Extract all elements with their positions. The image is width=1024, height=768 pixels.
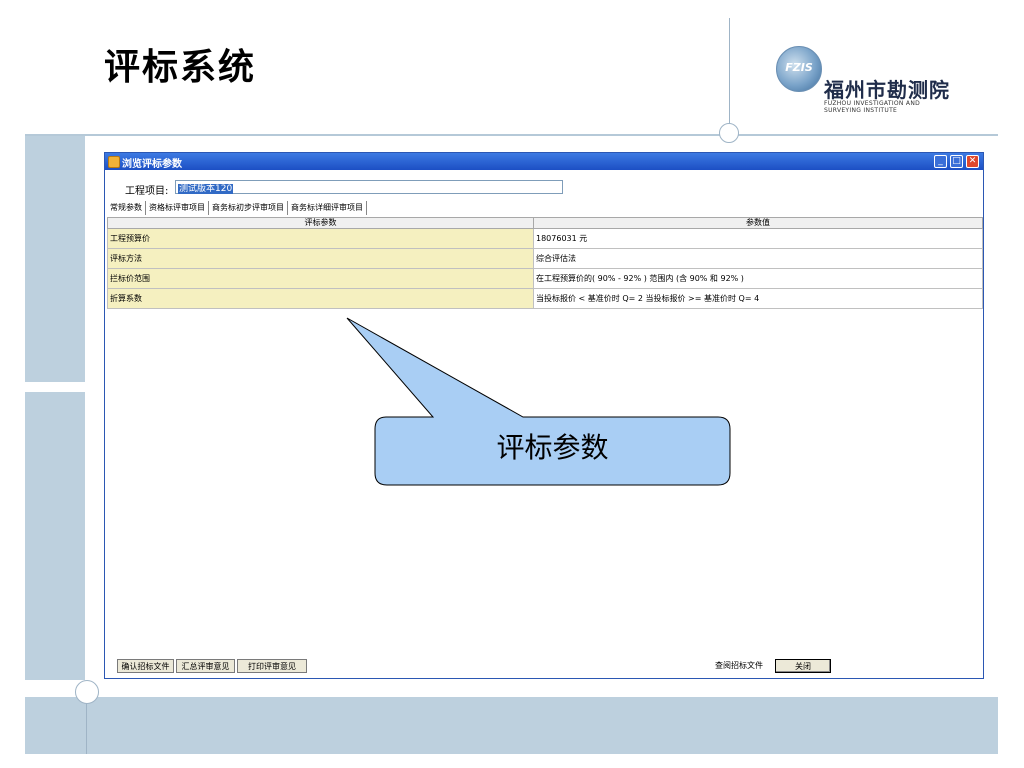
decor-bottom-band — [25, 697, 998, 754]
confirm-tender-doc-button[interactable]: 确认招标文件 — [117, 659, 174, 673]
param-name: 评标方法 — [107, 248, 534, 269]
browse-params-window: 浏览评标参数 _ □ ✕ 工程项目: 测试版本120 常规参数 资格标评审项目 … — [104, 152, 984, 679]
maximize-icon[interactable]: □ — [950, 155, 963, 168]
column-header-param[interactable]: 评标参数 — [107, 217, 534, 229]
project-label: 工程项目: — [125, 186, 169, 197]
close-icon[interactable]: ✕ — [966, 155, 979, 168]
decor-ring-top — [719, 123, 739, 143]
tab-qualification-review[interactable]: 资格标评审项目 — [146, 201, 209, 215]
window-button-bar: 确认招标文件 汇总评审意见 打印评审意见 查阅招标文件 关闭 — [105, 653, 983, 678]
view-tender-doc-button[interactable]: 查阅招标文件 — [706, 659, 772, 673]
param-name: 拦标价范围 — [107, 268, 534, 289]
tab-business-preliminary[interactable]: 商务标初步评审项目 — [209, 201, 288, 215]
institute-name-en-2: SURVEYING INSTITUTE — [824, 107, 898, 114]
decor-top-band — [25, 134, 998, 136]
minimize-icon[interactable]: _ — [934, 155, 947, 168]
callout-label: 评标参数 — [496, 431, 609, 464]
project-field[interactable]: 测试版本120 — [175, 180, 563, 194]
window-titlebar[interactable]: 浏览评标参数 _ □ ✕ — [105, 153, 983, 170]
summary-opinions-button[interactable]: 汇总评审意见 — [176, 659, 235, 673]
institute-name-en-1: FUZHOU INVESTIGATION AND — [824, 100, 921, 107]
institute-logo: FZIS 福州市勘测院 FUZHOU INVESTIGATION AND SUR… — [776, 46, 976, 126]
emblem-text: FZIS — [785, 61, 813, 74]
globe-emblem-icon: FZIS — [776, 46, 822, 92]
app-icon — [108, 156, 120, 168]
tab-general-params[interactable]: 常规参数 — [107, 201, 146, 215]
param-value: 综合评估法 — [533, 248, 983, 269]
table-row[interactable]: 工程预算价 18076031 元 — [107, 228, 983, 249]
table-row[interactable]: 折算系数 当投标报价 < 基准价时 Q= 2 当投标报价 >= 基准价时 Q= … — [107, 288, 983, 309]
tab-bar: 常规参数 资格标评审项目 商务标初步评审项目 商务标详细评审项目 — [107, 201, 367, 215]
params-table: 评标参数 参数值 工程预算价 18076031 元 评标方法 综合评估法 拦标价… — [107, 217, 983, 309]
decor-left-block-upper — [25, 136, 85, 382]
table-row[interactable]: 拦标价范围 在工程预算价的( 90% - 92% ) 范围内 (含 90% 和 … — [107, 268, 983, 289]
close-button[interactable]: 关闭 — [775, 659, 831, 673]
column-header-value[interactable]: 参数值 — [533, 217, 983, 229]
decor-vertical-line — [729, 18, 730, 130]
table-row[interactable]: 评标方法 综合评估法 — [107, 248, 983, 269]
param-value: 18076031 元 — [533, 228, 983, 249]
decor-left-block-lower — [25, 392, 85, 680]
institute-name: 福州市勘测院 — [824, 78, 950, 102]
param-value: 当投标报价 < 基准价时 Q= 2 当投标报价 >= 基准价时 Q= 4 — [533, 288, 983, 309]
project-value: 测试版本120 — [178, 184, 234, 194]
param-name: 折算系数 — [107, 288, 534, 309]
window-title: 浏览评标参数 — [122, 159, 182, 170]
param-name: 工程预算价 — [107, 228, 534, 249]
decor-ring-bottom — [75, 680, 99, 704]
slide-title: 评标系统 — [104, 47, 257, 88]
print-opinions-button[interactable]: 打印评审意见 — [237, 659, 307, 673]
param-value: 在工程预算价的( 90% - 92% ) 范围内 (含 90% 和 92% ) — [533, 268, 983, 289]
tab-business-detailed[interactable]: 商务标详细评审项目 — [288, 201, 367, 215]
